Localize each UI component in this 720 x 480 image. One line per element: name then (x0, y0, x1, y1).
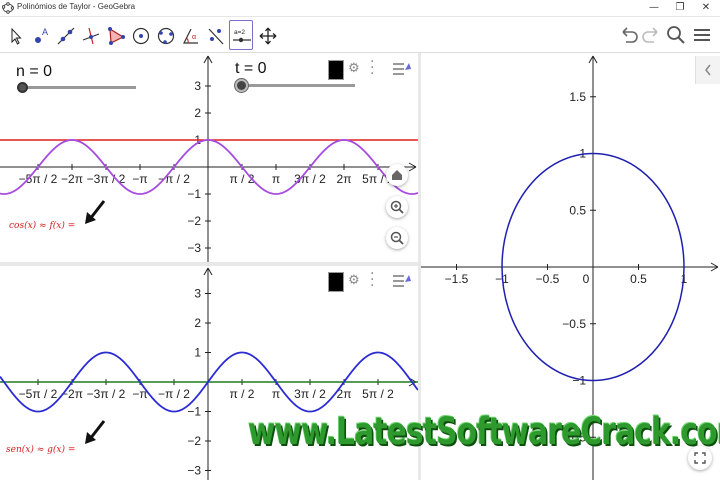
g1-y-tick-label: −3 (187, 241, 201, 255)
conic-tool-button[interactable] (153, 20, 177, 50)
circle-tool-button[interactable] (128, 20, 152, 50)
zoom-in-icon (390, 200, 404, 214)
g2-y-tick-label: −2 (187, 434, 201, 448)
search-icon[interactable] (664, 23, 688, 47)
zoom-in-button[interactable] (386, 196, 408, 218)
window-title: Polinómios de Taylor - GeoGebra (17, 2, 136, 11)
g2-y-tick-label: 1 (194, 346, 201, 360)
color-picker-button[interactable] (328, 60, 344, 80)
g1-x-tick-label: 2π (337, 172, 352, 186)
close-button[interactable]: ✕ (694, 0, 718, 17)
line-tool-button[interactable] (53, 20, 77, 50)
g2-y-tick-label: 3 (194, 287, 201, 301)
move-graphics-view-icon (259, 27, 277, 45)
g2-y-tick-label: 2 (194, 316, 201, 330)
slider-tool-button[interactable]: a=2 (229, 20, 253, 50)
g2-x-tick-label: −π / 2 (158, 387, 190, 401)
g2-x-tick-label: −2π (61, 387, 83, 401)
reflect-tool-button[interactable] (203, 20, 227, 50)
g2-x-tick-label: −5π / 2 (19, 387, 58, 401)
line-tool-icon (57, 27, 75, 45)
point-tool-button[interactable]: A (29, 20, 53, 50)
g1-y-tick-label: −2 (187, 214, 201, 228)
g3-y-tick-label: −0.5 (562, 317, 586, 331)
slider-t-knob[interactable] (235, 79, 248, 92)
watermark-text: www.LatestSoftwareCrack.com (248, 410, 720, 453)
svg-text:A: A (42, 27, 48, 37)
zoom-out-icon (390, 231, 404, 245)
settings-gear-icon[interactable]: ⚙ (348, 61, 360, 76)
style-bar-1: ⚙ · · · (328, 55, 418, 84)
more-options-icon[interactable]: · · · (370, 55, 374, 81)
conic-tool-icon (157, 27, 175, 45)
polygon-tool-button[interactable] (103, 20, 127, 50)
toolbar: A α a=2 (0, 17, 720, 53)
reflect-tool-icon (208, 28, 224, 45)
g2-x-tick-label: −3π / 2 (87, 387, 126, 401)
arrow-pointer-icon (85, 200, 106, 224)
g2-x-tick-label: 3π / 2 (294, 387, 326, 401)
menu-icon[interactable] (690, 23, 714, 47)
settings-gear-icon-2[interactable]: ⚙ (348, 273, 360, 288)
collapse-panel-tab[interactable] (695, 56, 720, 84)
g2-y-tick-label: −3 (187, 464, 201, 478)
g3-y-tick-label: 1.5 (569, 90, 586, 104)
angle-tool-icon: α (183, 28, 198, 44)
g1-y-tick-label: 2 (194, 106, 201, 120)
chevron-left-icon (705, 64, 711, 76)
color-picker-button-2[interactable] (328, 272, 344, 292)
arrow-pointer-icon-2 (85, 420, 106, 444)
angle-tool-button[interactable]: α (178, 20, 202, 50)
g1-y-tick-label: 3 (194, 79, 201, 93)
redo-icon[interactable] (639, 23, 663, 47)
restore-button[interactable]: ❐ (668, 0, 692, 17)
g3-x-tick-label: −1.5 (445, 272, 469, 286)
style-bar-toggle-icon-2[interactable] (392, 272, 412, 290)
undo-icon[interactable] (617, 23, 641, 47)
move-tool-icon (11, 27, 22, 45)
g2-x-tick-label: 5π / 2 (362, 387, 394, 401)
g2-y-tick-label: −1 (187, 405, 201, 419)
g3-x-tick-label: −0.5 (536, 272, 560, 286)
g3-y-tick-label: 0.5 (569, 203, 586, 217)
home-view-button[interactable] (386, 164, 408, 186)
graphics-view-cos[interactable]: 3 2 1 −1 −2 −3 −5π / 2 −2π −3π / 2 −π −π / 2π / 2π… (0, 54, 419, 262)
g3-x-tick-label: 0 (583, 272, 590, 286)
polygon-tool-icon (108, 27, 125, 45)
move-graphics-view-button[interactable] (255, 20, 279, 50)
zoom-out-button[interactable] (386, 227, 408, 249)
point-tool-icon: A (35, 27, 48, 43)
minimize-button[interactable]: — (642, 0, 666, 17)
title-bar: Polinómios de Taylor - GeoGebra — ❐ ✕ (0, 0, 720, 17)
home-icon (392, 170, 402, 180)
svg-text:a=2: a=2 (234, 29, 245, 36)
style-bar-toggle-icon[interactable] (392, 60, 412, 78)
g2-x-tick-label: π (272, 387, 280, 401)
circle-tool-icon (132, 27, 150, 45)
perpendicular-tool-icon (82, 27, 100, 45)
g3-x-tick-label: 0.5 (630, 272, 647, 286)
g1-x-tick-label: −π (132, 172, 147, 186)
slider-n-knob[interactable] (17, 82, 28, 93)
slider-t-track[interactable] (241, 84, 355, 87)
cos-formula: cos(x) ≈ f(x) = (9, 221, 76, 231)
g1-x-tick-label: −2π (61, 172, 83, 186)
move-tool-button[interactable] (3, 20, 27, 50)
g2-x-tick-label: π / 2 (230, 387, 255, 401)
geogebra-logo-icon (2, 2, 14, 14)
style-bar-2: ⚙ · · · (328, 267, 418, 296)
slider-tool-icon: a=2 (233, 29, 251, 43)
more-options-icon-2[interactable]: · · · (370, 267, 374, 293)
g1-y-tick-label: −1 (187, 187, 201, 201)
perpendicular-tool-button[interactable] (78, 20, 102, 50)
sin-formula: sen(x) ≈ g(x) = (6, 445, 76, 455)
slider-n-label: n = 0 (16, 63, 53, 80)
svg-text:α: α (192, 34, 196, 41)
g1-x-tick-label: π (272, 172, 280, 186)
slider-t-label: t = 0 (235, 60, 267, 77)
slider-n-track[interactable] (22, 86, 136, 89)
